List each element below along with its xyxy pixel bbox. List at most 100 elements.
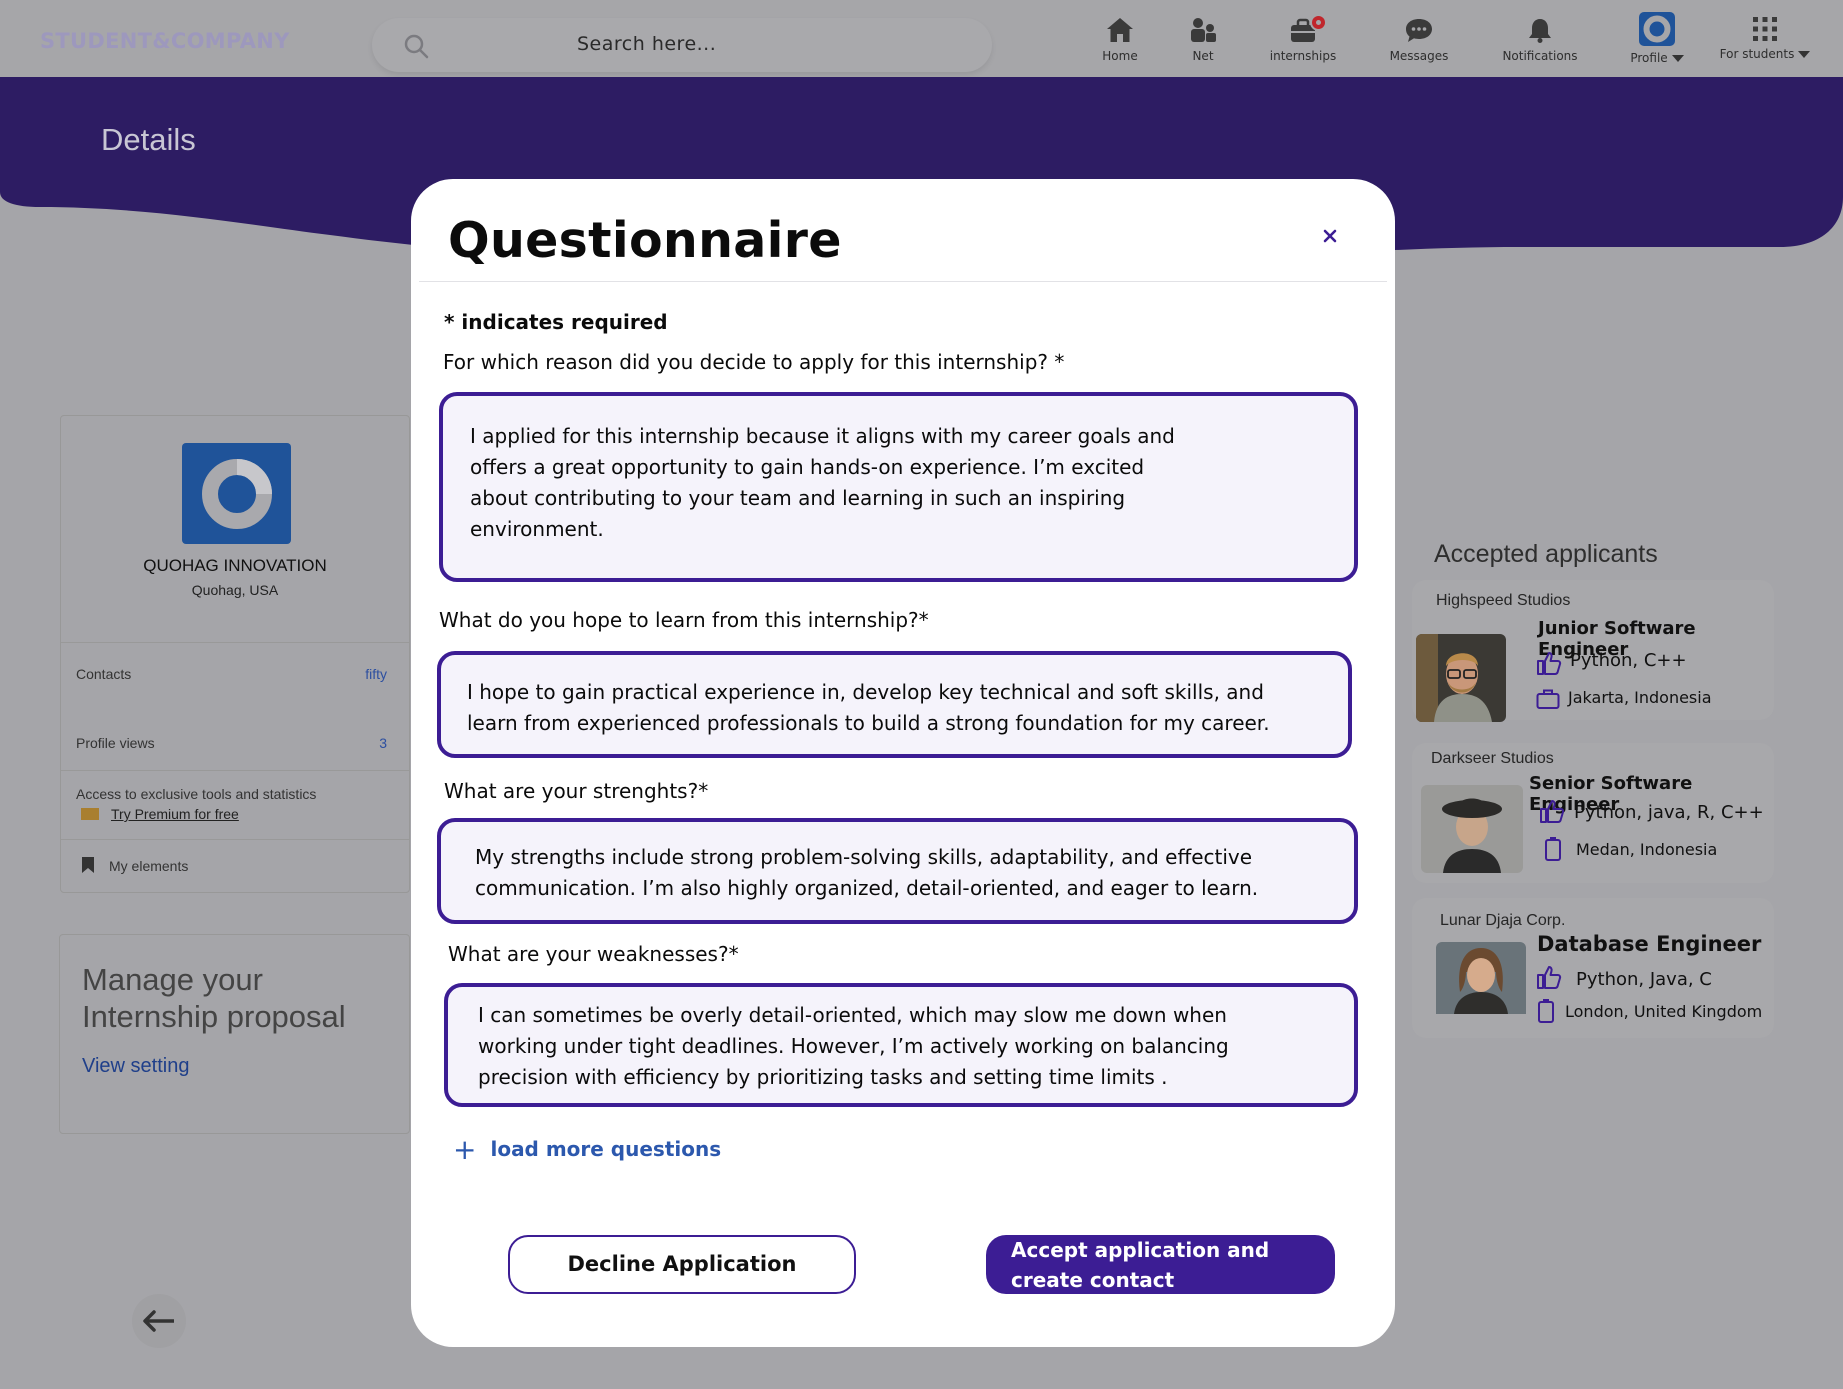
answer-text[interactable]: I can sometimes be overly detail-oriente… — [478, 1000, 1229, 1093]
answer-textarea[interactable]: My strengths include strong problem-solv… — [437, 818, 1358, 924]
nav-home-label: Home — [1102, 49, 1138, 63]
notification-badge — [1310, 14, 1327, 31]
page-title: Details — [101, 122, 196, 157]
search-bar[interactable]: Search here... — [372, 18, 992, 72]
applicant-company: Highspeed Studios — [1436, 592, 1571, 609]
back-button[interactable] — [132, 1294, 186, 1348]
questionnaire-modal: Questionnaire * indicates required For w… — [411, 179, 1395, 1347]
thumbs-up-icon — [1540, 800, 1565, 823]
answer-line: precision with efficiency by prioritizin… — [478, 1065, 1168, 1089]
profile-views-value[interactable]: 3 — [379, 735, 387, 751]
premium-icon — [81, 808, 99, 820]
company-profile-card: QUOHAG INNOVATION Quohag, USA Contacts f… — [60, 415, 410, 893]
applicant-card[interactable]: Darkseer Studios Senior Software Enginee… — [1412, 743, 1774, 883]
answer-line: My strengths include strong problem-solv… — [475, 845, 1253, 869]
answer-textarea[interactable]: I can sometimes be overly detail-oriente… — [444, 983, 1358, 1107]
brand-logo[interactable]: STUDENT&COMPANY — [40, 29, 290, 53]
top-navigation-bar: STUDENT&COMPANY Search here... Home Net … — [0, 0, 1843, 77]
divider — [61, 839, 409, 840]
answer-text[interactable]: I applied for this internship because it… — [470, 421, 1175, 545]
decline-application-button[interactable]: Decline Application — [508, 1235, 856, 1294]
load-more-questions-button[interactable]: + load more questions — [453, 1133, 721, 1166]
answer-textarea[interactable]: I hope to gain practical experience in, … — [437, 651, 1352, 758]
chat-icon — [1406, 19, 1432, 42]
phone-icon — [1538, 999, 1554, 1023]
answer-line: communication. I’m also highly organized… — [475, 876, 1259, 900]
view-setting-link[interactable]: View setting — [82, 1055, 189, 1078]
answer-line: offers a great opportunity to gain hands… — [470, 455, 1145, 479]
plus-icon: + — [453, 1133, 477, 1166]
company-location: Quohag, USA — [191, 582, 279, 598]
manage-title: Manage your Internship proposal — [82, 962, 346, 1034]
answer-text[interactable]: I hope to gain practical experience in, … — [467, 677, 1270, 739]
applicant-role: Database Engineer — [1537, 932, 1762, 956]
premium-description: Access to exclusive tools and statistics — [76, 786, 317, 802]
applicant-company: Darkseer Studios — [1431, 750, 1554, 767]
nav-internships[interactable]: internships — [1268, 14, 1338, 63]
divider — [419, 281, 1387, 282]
answer-text[interactable]: My strengths include strong problem-solv… — [475, 842, 1258, 904]
accept-application-button[interactable]: Accept application and create contact — [986, 1235, 1335, 1294]
nav-profile[interactable]: Profile — [1628, 12, 1686, 65]
nav-for-students[interactable]: For students — [1718, 16, 1812, 61]
arrow-left-icon — [143, 1310, 174, 1332]
profile-views-row[interactable]: Profile views 3 — [76, 735, 387, 751]
answer-line: working under tight deadlines. However, … — [478, 1034, 1229, 1058]
nav-messages-label: Messages — [1389, 49, 1449, 63]
applicant-card[interactable]: Lunar Djaja Corp. Database Engineer Pyth… — [1412, 898, 1774, 1038]
accept-label-line: Accept application and — [1011, 1238, 1270, 1262]
nav-home[interactable]: Home — [1097, 16, 1143, 63]
nav-notifications-label: Notifications — [1502, 49, 1578, 63]
applicant-location: Medan, Indonesia — [1576, 840, 1718, 859]
profile-views-label: Profile views — [76, 735, 155, 751]
my-elements-link[interactable]: My elements — [81, 856, 188, 874]
close-icon[interactable] — [1317, 223, 1343, 249]
required-note: * indicates required — [444, 310, 668, 334]
applicant-skills: Python, Java, C — [1576, 969, 1712, 990]
home-icon — [1107, 18, 1133, 42]
contacts-value[interactable]: fifty — [365, 666, 387, 682]
company-logo-icon — [202, 459, 272, 529]
premium-link-text[interactable]: Try Premium for free — [111, 806, 239, 822]
chevron-down-icon — [1798, 51, 1811, 58]
search-input[interactable]: Search here... — [577, 33, 716, 55]
answer-line: I hope to gain practical experience in, … — [467, 680, 1264, 704]
applicant-location: Jakarta, Indonesia — [1568, 688, 1712, 707]
nav-notifications[interactable]: Notifications — [1502, 16, 1578, 63]
nav-net-label: Net — [1192, 49, 1214, 63]
answer-line: I can sometimes be overly detail-oriente… — [478, 1003, 1227, 1027]
contacts-label: Contacts — [76, 666, 132, 682]
profile-logo-icon — [1639, 12, 1675, 46]
applicant-card[interactable]: Highspeed Studios Junior Software Engine… — [1412, 580, 1774, 722]
applicant-company: Lunar Djaja Corp. — [1440, 912, 1566, 929]
premium-link[interactable]: Try Premium for free — [81, 806, 239, 822]
answer-line: learn from experienced professionals to … — [467, 711, 1270, 735]
company-name: QUOHAG INNOVATION — [143, 556, 327, 575]
manage-proposal-card: Manage your Internship proposal View set… — [59, 934, 410, 1134]
phone-icon — [1545, 837, 1561, 861]
contacts-row[interactable]: Contacts fifty — [76, 666, 387, 682]
search-icon — [404, 34, 429, 59]
nav-profile-label: Profile — [1630, 51, 1668, 65]
question-label: For which reason did you decide to apply… — [443, 350, 1065, 374]
nav-net[interactable]: Net — [1186, 16, 1220, 63]
applicant-avatar — [1436, 942, 1526, 1030]
thumbs-up-icon — [1537, 652, 1562, 675]
load-more-label: load more questions — [490, 1137, 722, 1161]
nav-for-students-label: For students — [1719, 47, 1795, 61]
company-logo — [182, 443, 291, 544]
question-label: What are your weaknesses?* — [448, 942, 739, 966]
applicant-avatar — [1416, 634, 1506, 722]
answer-line: I applied for this internship because it… — [470, 424, 1175, 448]
chevron-down-icon — [1671, 55, 1684, 62]
applicant-avatar — [1421, 785, 1523, 873]
nav-messages[interactable]: Messages — [1387, 16, 1451, 63]
applicant-skills: Python, java, R, C++ — [1574, 802, 1764, 823]
grid-icon — [1753, 17, 1777, 41]
accept-label-line: create contact — [1011, 1268, 1175, 1292]
people-icon — [1191, 18, 1216, 42]
divider — [61, 770, 409, 771]
answer-textarea[interactable]: I applied for this internship because it… — [439, 392, 1358, 582]
question-label: What are your strenghts?* — [444, 779, 709, 803]
applicant-skills: Python, C++ — [1570, 650, 1687, 671]
